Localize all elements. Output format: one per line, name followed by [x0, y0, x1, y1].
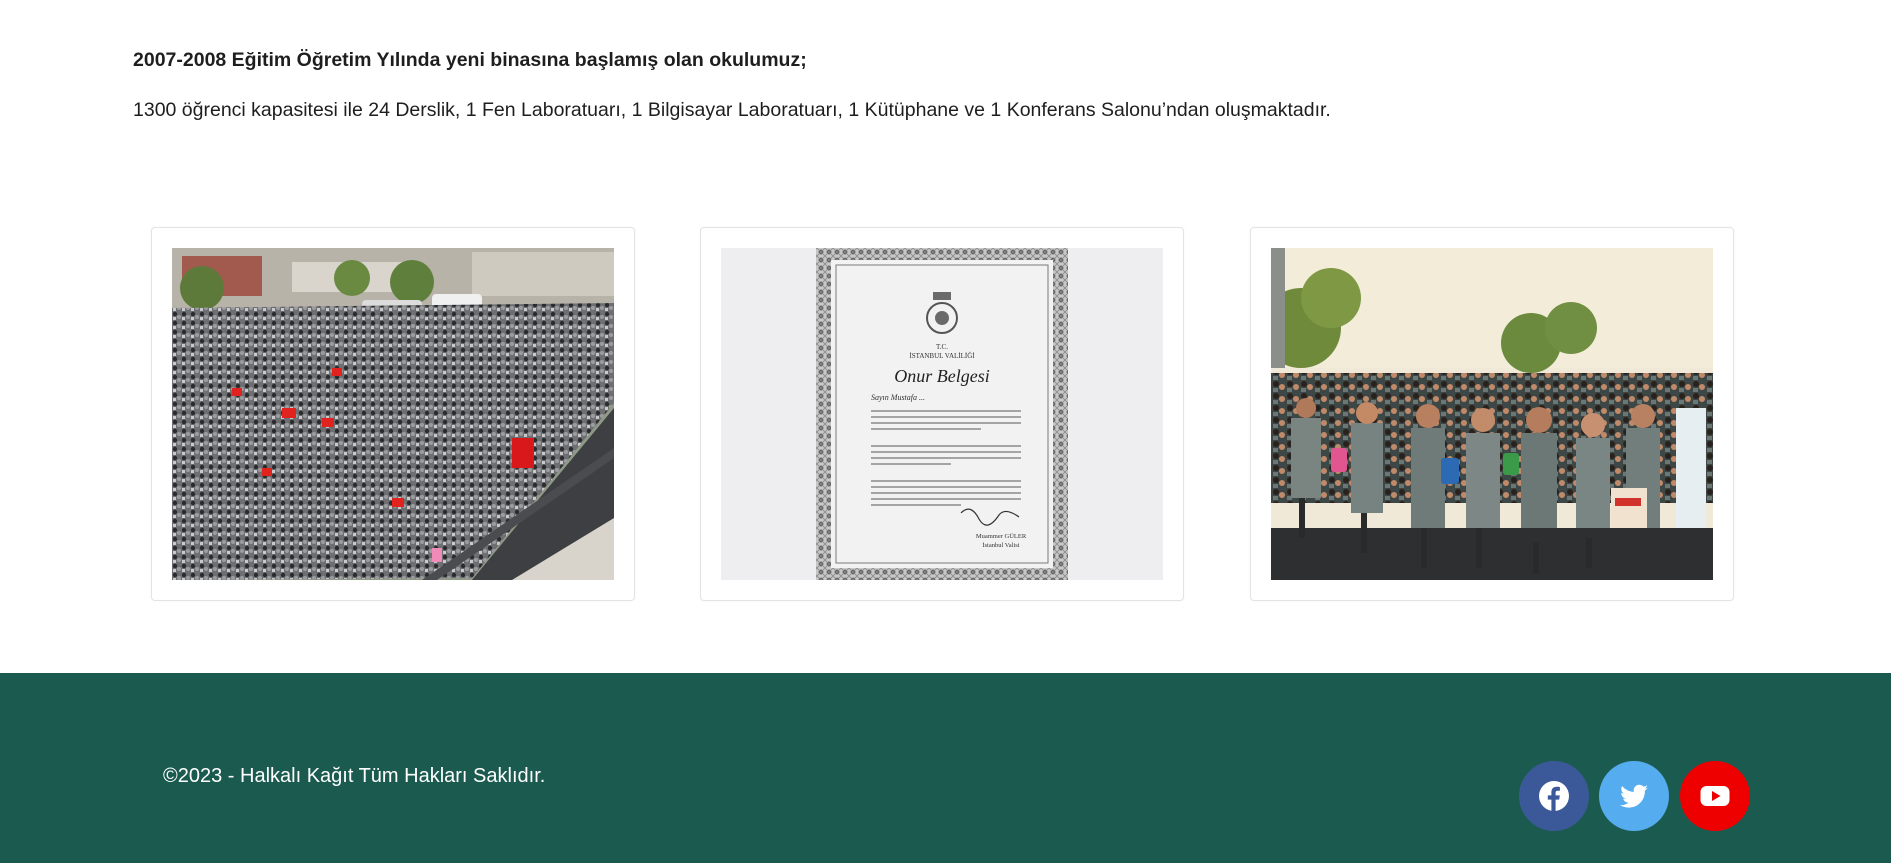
students-lineup-photo[interactable]: [1271, 248, 1713, 580]
certificate-title: Onur Belgesi: [894, 366, 989, 386]
certificate-line2: İSTANBUL VALİLİĞİ: [909, 352, 975, 360]
certificate-recipient: Sayın Mustafa ...: [871, 393, 925, 402]
facebook-icon: [1538, 780, 1570, 812]
gallery-card-1[interactable]: [151, 227, 635, 601]
gallery-card-3[interactable]: [1250, 227, 1734, 601]
image-gallery: T.C. İSTANBUL VALİLİĞİ Onur Belgesi Sayı…: [0, 227, 1891, 602]
facebook-button[interactable]: [1519, 761, 1589, 831]
intro-description: 1300 öğrenci kapasitesi ile 24 Derslik, …: [133, 99, 1331, 121]
twitter-button[interactable]: [1599, 761, 1669, 831]
school-ceremony-photo[interactable]: [172, 248, 614, 580]
intro-section: 2007-2008 Eğitim Öğretim Yılında yeni bi…: [133, 48, 1733, 122]
certificate-line1: T.C.: [936, 343, 948, 351]
intro-lead: 2007-2008 Eğitim Öğretim Yılında yeni bi…: [133, 49, 807, 71]
youtube-button[interactable]: [1680, 761, 1750, 831]
copyright-text: ©2023 - Halkalı Kağıt Tüm Hakları Saklıd…: [163, 765, 546, 787]
certificate-signer: Muammer GÜLER: [976, 533, 1027, 540]
certificate-photo[interactable]: T.C. İSTANBUL VALİLİĞİ Onur Belgesi Sayı…: [721, 248, 1163, 580]
certificate-signer-title: İstanbul Valisi: [982, 542, 1019, 549]
youtube-icon: [1699, 780, 1731, 812]
twitter-icon: [1618, 780, 1650, 812]
site-footer: ©2023 - Halkalı Kağıt Tüm Hakları Saklıd…: [0, 673, 1891, 863]
gallery-card-2[interactable]: T.C. İSTANBUL VALİLİĞİ Onur Belgesi Sayı…: [700, 227, 1184, 601]
